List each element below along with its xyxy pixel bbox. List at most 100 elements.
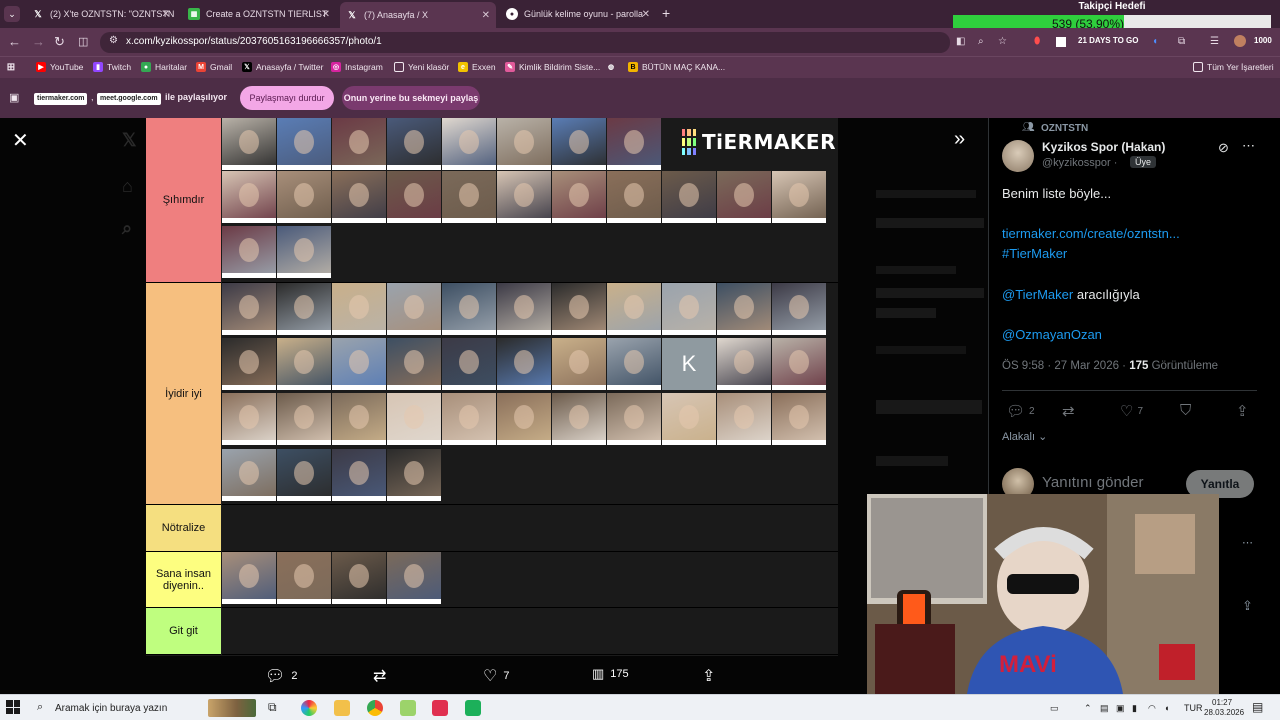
split-view-icon[interactable]: ◫: [78, 35, 88, 48]
tab-x-home[interactable]: 𝕏 (7) Anasayfa / X ✕: [340, 2, 496, 28]
bookmark-maps[interactable]: ● Haritalar: [141, 62, 187, 72]
extension-square-icon[interactable]: [1056, 37, 1066, 47]
close-icon[interactable]: ✕: [482, 10, 490, 21]
like-action[interactable]: ♡ 7: [483, 666, 509, 686]
wifi-icon[interactable]: ◠: [1148, 703, 1156, 714]
volume-icon[interactable]: ◖: [1164, 703, 1169, 713]
reply-sort-dropdown[interactable]: Alakalı ⌄: [1002, 430, 1047, 443]
close-icon[interactable]: ✕: [162, 9, 170, 20]
tier-item-caption: [717, 440, 771, 445]
copilot-icon[interactable]: [301, 700, 317, 716]
reload-icon[interactable]: ↻: [54, 34, 65, 50]
camera-icon[interactable]: ▣: [1116, 703, 1125, 714]
tweet-hashtag[interactable]: #TierMaker: [1002, 246, 1067, 261]
clock-date[interactable]: 28.03.2026: [1204, 708, 1244, 717]
back-icon[interactable]: ←: [8, 34, 21, 49]
search-icon[interactable]: ⌕: [37, 701, 43, 714]
face-shape: [294, 238, 314, 262]
community-name[interactable]: OZNTSTN: [1041, 123, 1088, 134]
close-icon[interactable]: ✕: [642, 9, 650, 20]
bookmark-twitch[interactable]: ▮ Twitch: [93, 62, 131, 72]
panel-bookmark-button[interactable]: ⛉: [1180, 402, 1195, 419]
extension-audio-icon[interactable]: ◖: [1152, 36, 1158, 47]
tier-item-photo: [552, 393, 606, 445]
bookmark-star-icon[interactable]: ☆: [998, 36, 1007, 47]
bookmark-gmail[interactable]: M Gmail: [196, 62, 232, 72]
more-options-icon[interactable]: ⋯: [1242, 536, 1253, 549]
app-icon[interactable]: [432, 700, 448, 716]
globe-icon: ◍: [607, 64, 615, 71]
screen-share-icon[interactable]: ◧: [956, 36, 965, 47]
windows-start-icon[interactable]: [6, 700, 20, 714]
divider: [1002, 390, 1257, 391]
tab-parolla[interactable]: ● Günlük kelime oyunu - parolla ✕: [500, 4, 656, 24]
profile-avatar[interactable]: [1234, 35, 1246, 47]
expand-panel-icon[interactable]: »: [954, 128, 965, 151]
extension-red-icon[interactable]: ⬮: [1034, 36, 1040, 47]
tab-x-post[interactable]: 𝕏 (2) X'te OZNTSTN: "OZNTSTN ✕: [26, 4, 176, 24]
tweet-mention-tiermaker[interactable]: @TierMaker: [1002, 287, 1073, 302]
tweet-link[interactable]: tiermaker.com/create/ozntstn...: [1002, 226, 1180, 241]
more-options-icon[interactable]: ⋯: [1242, 138, 1255, 154]
face-shape: [349, 183, 369, 207]
tier-item-caption: [607, 385, 661, 390]
reply-action[interactable]: 💬︎ 2: [265, 666, 297, 686]
tray-app-icon[interactable]: ▭: [1050, 703, 1059, 714]
tier-item-photo: [332, 338, 386, 390]
apps-icon[interactable]: ⊞: [6, 62, 20, 73]
forward-icon[interactable]: →: [32, 34, 45, 49]
panel-like-button[interactable]: ♡ 7: [1120, 402, 1143, 420]
panel-share-button[interactable]: ⇪: [1236, 402, 1253, 420]
grok-icon[interactable]: ⊘: [1218, 140, 1229, 156]
app-icon[interactable]: [400, 700, 416, 716]
bookmark-exxen[interactable]: e Exxen: [458, 62, 496, 72]
author-avatar[interactable]: [1002, 140, 1034, 172]
tier-item-photo: [277, 226, 331, 278]
share-action[interactable]: ⇪: [702, 666, 721, 686]
site-info-icon[interactable]: ⚙: [109, 35, 118, 46]
mic-icon[interactable]: ▮: [1132, 703, 1137, 714]
network-icon[interactable]: ▤: [1100, 703, 1109, 714]
author-handle[interactable]: @kyzikosspor ·: [1042, 157, 1117, 169]
chrome-icon[interactable]: [367, 700, 383, 716]
file-explorer-icon[interactable]: [334, 700, 350, 716]
app-icon[interactable]: [465, 700, 481, 716]
tweet-text-line: Benim liste böyle...: [1002, 186, 1112, 201]
panel-repost-button[interactable]: ⇄: [1062, 402, 1079, 420]
views-action[interactable]: ▥ 175: [592, 666, 629, 682]
bookmark-youtube[interactable]: ▶ YouTube: [36, 62, 83, 72]
notifications-icon[interactable]: ▤: [1252, 700, 1263, 714]
zoom-icon[interactable]: ⌕: [978, 36, 984, 47]
bookmark-twitter[interactable]: 𝕏 Anasayfa / Twitter: [242, 62, 323, 72]
close-viewer-icon[interactable]: ✕: [12, 128, 29, 153]
bookmark-globe[interactable]: ◍: [606, 62, 620, 72]
author-name[interactable]: Kyzikos Spor (Hakan): [1042, 140, 1165, 154]
tweet-mention-ozan[interactable]: @OzmayanOzan: [1002, 327, 1102, 342]
reply-input[interactable]: Yanıtını gönder: [1042, 474, 1143, 491]
repost-action[interactable]: ⇄: [373, 666, 392, 686]
reading-list-icon[interactable]: ☰: [1210, 36, 1219, 47]
language-indicator[interactable]: TUR: [1184, 703, 1203, 713]
face-shape: [239, 238, 259, 262]
bookmark-all[interactable]: Tüm Yer İşaretleri: [1193, 62, 1274, 72]
extensions-icon[interactable]: ⧉: [1178, 36, 1185, 47]
task-view-icon[interactable]: ⧉: [268, 700, 284, 716]
member-badge: Üye: [1130, 156, 1157, 168]
bookmark-kimlik[interactable]: ✎ Kimlik Bildirim Siste...: [505, 62, 600, 72]
stop-sharing-button[interactable]: Paylaşmayı durdur: [240, 86, 334, 110]
tv-icon: B: [628, 62, 638, 72]
bookmark-mac[interactable]: B BÜTÜN MAÇ KANA...: [628, 62, 725, 72]
bookmark-instagram[interactable]: ◎ Instagram: [331, 62, 383, 72]
url-field[interactable]: ⚙ x.com/kyzikosspor/status/2037605163196…: [100, 32, 950, 53]
share-icon[interactable]: ⇪: [1242, 598, 1253, 614]
bookmark-folder[interactable]: Yeni klasör: [394, 62, 449, 72]
share-this-tab-button[interactable]: Onun yerine bu sekmeyi paylaş: [342, 86, 480, 110]
clock-time[interactable]: 01:27: [1212, 698, 1232, 707]
new-tab-button[interactable]: +: [662, 6, 670, 20]
tab-tiermaker[interactable]: ▦ Create a OZNTSTN TIERLIST ✕: [182, 4, 336, 24]
tab-search-button[interactable]: ⌄: [4, 6, 20, 22]
close-icon[interactable]: ✕: [322, 9, 330, 20]
panel-reply-button[interactable]: 💬︎ 2: [1006, 402, 1035, 420]
taskbar-search-input[interactable]: Aramak için buraya yazın: [55, 703, 167, 714]
chevron-up-icon[interactable]: ⌃: [1084, 703, 1092, 714]
